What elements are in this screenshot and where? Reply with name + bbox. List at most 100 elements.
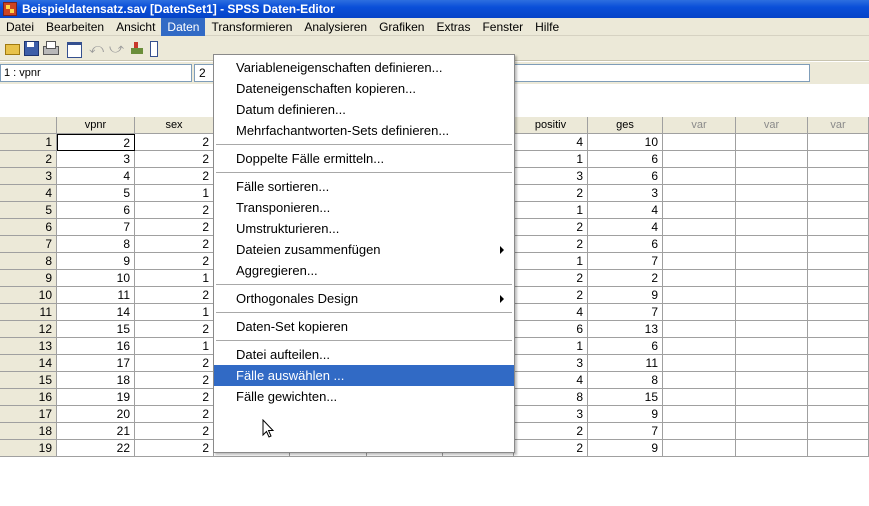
column-header[interactable]: var xyxy=(663,117,736,134)
table-cell[interactable] xyxy=(663,338,736,355)
table-cell[interactable] xyxy=(663,389,736,406)
table-cell[interactable]: 7 xyxy=(588,253,663,270)
table-cell[interactable]: 2 xyxy=(57,134,135,151)
row-header[interactable]: 14 xyxy=(0,355,57,372)
table-cell[interactable] xyxy=(663,372,736,389)
table-cell[interactable] xyxy=(808,304,869,321)
table-cell[interactable]: 2 xyxy=(135,321,214,338)
row-header[interactable]: 1 xyxy=(0,134,57,151)
table-cell[interactable] xyxy=(808,372,869,389)
row-header[interactable]: 9 xyxy=(0,270,57,287)
daten-menu-item[interactable]: Transponieren... xyxy=(214,197,514,218)
row-header[interactable]: 5 xyxy=(0,202,57,219)
table-cell[interactable]: 1 xyxy=(135,338,214,355)
table-cell[interactable] xyxy=(808,423,869,440)
table-cell[interactable]: 2 xyxy=(135,253,214,270)
table-cell[interactable] xyxy=(663,236,736,253)
table-cell[interactable]: 1 xyxy=(135,304,214,321)
table-cell[interactable]: 8 xyxy=(57,236,135,253)
table-cell[interactable]: 6 xyxy=(514,321,588,338)
table-cell[interactable] xyxy=(808,151,869,168)
table-cell[interactable] xyxy=(736,304,808,321)
recall-dialog-icon[interactable] xyxy=(67,41,82,58)
table-cell[interactable]: 6 xyxy=(588,168,663,185)
table-cell[interactable]: 9 xyxy=(588,440,663,457)
row-header[interactable]: 16 xyxy=(0,389,57,406)
table-cell[interactable]: 11 xyxy=(588,355,663,372)
menu-ansicht[interactable]: Ansicht xyxy=(110,18,161,36)
table-cell[interactable]: 7 xyxy=(588,423,663,440)
table-cell[interactable]: 2 xyxy=(135,168,214,185)
table-cell[interactable] xyxy=(808,253,869,270)
table-cell[interactable] xyxy=(808,134,869,151)
table-cell[interactable] xyxy=(663,321,736,338)
table-cell[interactable] xyxy=(736,440,808,457)
table-cell[interactable]: 14 xyxy=(57,304,135,321)
daten-menu-item[interactable]: Aggregieren... xyxy=(214,260,514,281)
table-cell[interactable] xyxy=(663,304,736,321)
table-cell[interactable] xyxy=(808,287,869,304)
daten-menu-item[interactable]: Fälle gewichten... xyxy=(214,386,514,407)
table-cell[interactable]: 1 xyxy=(514,202,588,219)
table-cell[interactable]: 2 xyxy=(135,287,214,304)
table-cell[interactable]: 2 xyxy=(135,389,214,406)
table-cell[interactable]: 1 xyxy=(135,270,214,287)
table-cell[interactable] xyxy=(736,372,808,389)
table-cell[interactable]: 2 xyxy=(514,270,588,287)
table-cell[interactable]: 6 xyxy=(588,151,663,168)
table-cell[interactable]: 2 xyxy=(135,151,214,168)
table-cell[interactable] xyxy=(736,287,808,304)
table-cell[interactable] xyxy=(663,355,736,372)
table-cell[interactable]: 10 xyxy=(588,134,663,151)
row-header[interactable]: 13 xyxy=(0,338,57,355)
table-cell[interactable] xyxy=(808,270,869,287)
menu-hilfe[interactable]: Hilfe xyxy=(529,18,565,36)
table-cell[interactable]: 9 xyxy=(588,287,663,304)
table-cell[interactable]: 2 xyxy=(135,423,214,440)
table-cell[interactable]: 2 xyxy=(135,219,214,236)
daten-menu-item[interactable]: Variableneigenschaften definieren... xyxy=(214,57,514,78)
table-cell[interactable]: 21 xyxy=(57,423,135,440)
column-header[interactable]: var xyxy=(736,117,808,134)
table-cell[interactable] xyxy=(663,406,736,423)
redo-icon[interactable]: ⤻ xyxy=(109,41,124,55)
table-cell[interactable] xyxy=(736,253,808,270)
daten-menu-item[interactable]: Umstrukturieren... xyxy=(214,218,514,239)
table-cell[interactable] xyxy=(663,168,736,185)
daten-menu-item[interactable]: Dateien zusammenfügen xyxy=(214,239,514,260)
menu-datei[interactable]: Datei xyxy=(0,18,40,36)
table-cell[interactable]: 2 xyxy=(514,219,588,236)
print-icon[interactable] xyxy=(43,41,59,55)
table-cell[interactable]: 5 xyxy=(57,185,135,202)
menu-grafiken[interactable]: Grafiken xyxy=(373,18,430,36)
table-cell[interactable]: 10 xyxy=(57,270,135,287)
daten-menu-item[interactable]: Fälle auswählen ... xyxy=(214,365,514,386)
table-cell[interactable] xyxy=(663,219,736,236)
menu-transformieren[interactable]: Transformieren xyxy=(205,18,298,36)
row-header[interactable]: 10 xyxy=(0,287,57,304)
open-folder-icon[interactable] xyxy=(5,41,20,55)
table-cell[interactable] xyxy=(808,389,869,406)
table-cell[interactable] xyxy=(736,406,808,423)
daten-menu-item[interactable]: Fälle sortieren... xyxy=(214,176,514,197)
table-cell[interactable]: 2 xyxy=(135,440,214,457)
table-cell[interactable] xyxy=(808,202,869,219)
table-cell[interactable]: 8 xyxy=(514,389,588,406)
row-header[interactable]: 11 xyxy=(0,304,57,321)
table-cell[interactable]: 4 xyxy=(514,372,588,389)
cell-reference-field[interactable]: 1 : vpnr xyxy=(0,64,192,82)
table-cell[interactable] xyxy=(736,134,808,151)
table-cell[interactable]: 2 xyxy=(135,134,214,151)
table-cell[interactable]: 11 xyxy=(57,287,135,304)
table-cell[interactable]: 4 xyxy=(514,304,588,321)
table-cell[interactable] xyxy=(663,440,736,457)
table-cell[interactable]: 2 xyxy=(135,236,214,253)
table-cell[interactable] xyxy=(808,168,869,185)
table-cell[interactable]: 19 xyxy=(57,389,135,406)
row-header[interactable]: 6 xyxy=(0,219,57,236)
table-cell[interactable] xyxy=(663,202,736,219)
table-cell[interactable]: 3 xyxy=(57,151,135,168)
table-cell[interactable] xyxy=(736,236,808,253)
menu-extras[interactable]: Extras xyxy=(430,18,476,36)
table-cell[interactable] xyxy=(736,389,808,406)
